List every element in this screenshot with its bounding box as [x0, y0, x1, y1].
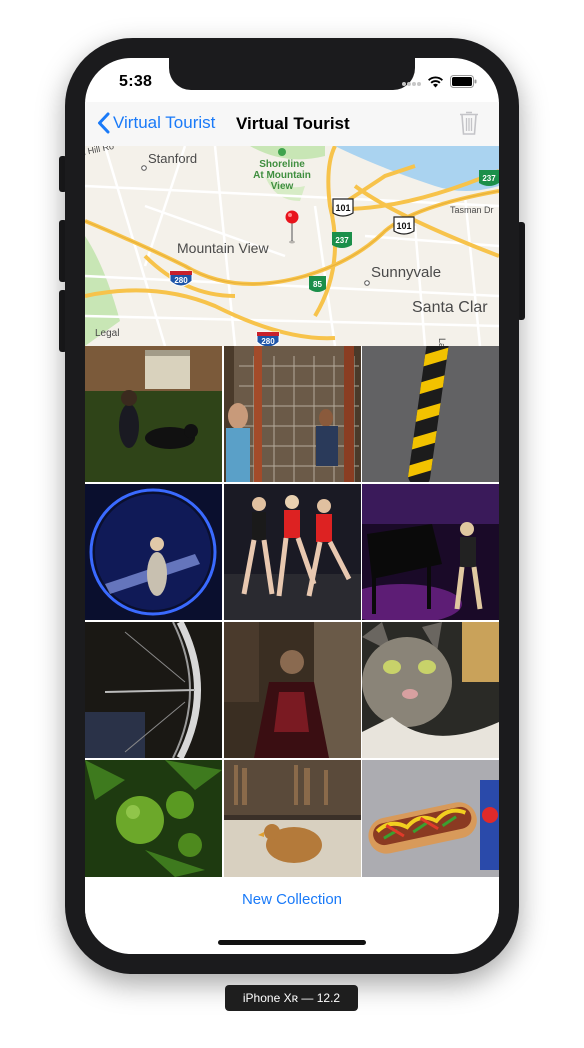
photo-speed-bump — [362, 346, 499, 482]
photo-cell[interactable] — [362, 484, 499, 620]
map-label-sunnyvale: Sunnyvale — [371, 264, 441, 281]
chevron-left-icon — [98, 112, 110, 134]
map-label-tasman: Tasman Dr — [450, 205, 494, 215]
back-button[interactable]: Virtual Tourist — [97, 112, 215, 134]
photo-cell[interactable] — [223, 484, 361, 620]
bottom-toolbar: New Collection — [85, 881, 499, 925]
photo-cell[interactable] — [362, 622, 499, 758]
svg-text:237: 237 — [482, 174, 496, 183]
park-marker-icon — [278, 148, 286, 156]
photo-collection — [85, 346, 499, 881]
photo-cell[interactable] — [85, 760, 222, 877]
ca237-shield-b: 237 — [479, 170, 499, 186]
wifi-icon — [427, 75, 444, 93]
photo-girl-with-dog — [85, 346, 222, 482]
map-label-mountain-view: Mountain View — [177, 240, 269, 256]
photo-cell[interactable] — [362, 760, 499, 877]
us101-shield-a: 101 — [332, 198, 354, 217]
device-screen: 5:38 Virtual Tourist Virtual Tourist 101… — [85, 58, 499, 954]
map-label-law: Law — [437, 338, 447, 346]
i280-shield-a: 280 — [169, 270, 193, 287]
ca85-shield: 85 — [309, 276, 326, 292]
new-collection-button[interactable]: New Collection — [85, 891, 499, 908]
trash-icon — [460, 111, 478, 135]
page-title: Virtual Tourist — [236, 114, 350, 133]
home-indicator[interactable] — [218, 940, 366, 945]
cellular-signal-icon — [401, 75, 421, 93]
map-label-shoreline: Shoreline — [259, 159, 305, 170]
svg-text:85: 85 — [313, 280, 322, 289]
us101-shield-b: 101 — [393, 216, 415, 235]
photo-cell[interactable] — [223, 346, 361, 482]
svg-text:101: 101 — [335, 203, 350, 213]
simulator-device-label: iPhone Xʀ — 12.2 — [225, 985, 358, 1011]
svg-text:280: 280 — [174, 276, 188, 285]
city-dot-icon — [141, 165, 147, 171]
photo-cell[interactable] — [362, 346, 499, 482]
navigation-bar: Virtual Tourist Virtual Tourist — [85, 102, 499, 146]
photo-bike-wheel — [85, 622, 222, 758]
photo-limes — [85, 760, 222, 877]
map-view[interactable]: 101 101 237 237 85 280 280 Stanford Shor… — [85, 146, 499, 346]
notch — [169, 58, 415, 90]
photo-dancers — [223, 484, 361, 620]
i280-shield-b: 280 — [256, 331, 280, 346]
photo-cell[interactable] — [85, 346, 222, 482]
photo-chicken-room — [223, 760, 361, 877]
photo-piano-stage — [362, 484, 499, 620]
photo-kids-at-fence — [223, 346, 361, 482]
status-icons — [401, 75, 477, 93]
photo-cell[interactable] — [223, 622, 361, 758]
city-dot-icon — [364, 280, 370, 286]
map-label-at-mountain: At Mountain — [253, 170, 311, 181]
svg-text:101: 101 — [396, 221, 411, 231]
map-legal-link: Legal — [95, 328, 119, 339]
svg-text:280: 280 — [261, 337, 275, 346]
photo-hot-dog — [362, 760, 499, 877]
photo-cell[interactable] — [85, 484, 222, 620]
photo-cat — [362, 622, 499, 758]
map-label-stanford: Stanford — [148, 151, 197, 166]
photo-concert-blue — [85, 484, 222, 620]
status-time: 5:38 — [119, 73, 153, 90]
ca237-shield-a: 237 — [332, 232, 352, 248]
photo-cell[interactable] — [85, 622, 222, 758]
photo-cell[interactable] — [223, 760, 361, 877]
photo-girl-in-costume — [223, 622, 361, 758]
svg-text:237: 237 — [335, 236, 349, 245]
back-button-label: Virtual Tourist — [113, 113, 216, 132]
map-canvas: 101 101 237 237 85 280 280 Stanford Shor… — [85, 146, 499, 346]
battery-icon — [450, 75, 477, 93]
map-label-santa-clara: Santa Clar — [412, 299, 488, 316]
map-label-view: View — [271, 181, 294, 192]
trash-button[interactable] — [459, 110, 479, 141]
